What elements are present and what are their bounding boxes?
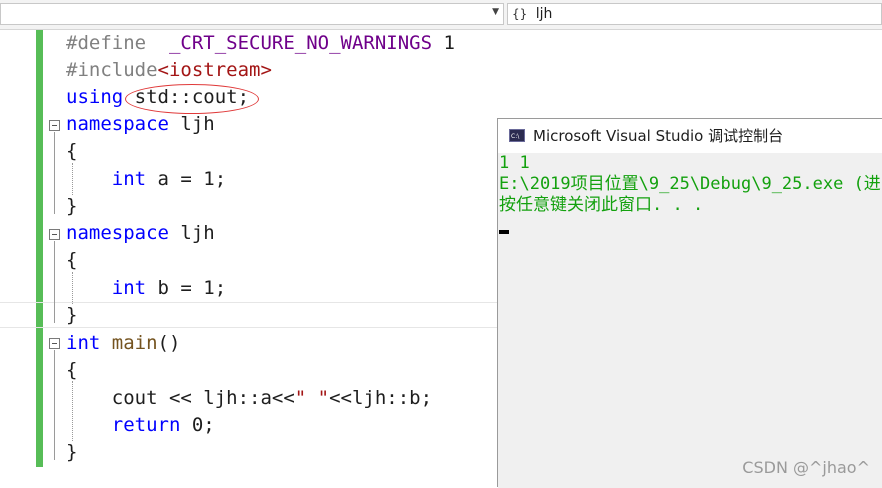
console-title: Microsoft Visual Studio 调试控制台 (533, 127, 784, 145)
code-line-int-b[interactable]: int b = 1; (66, 275, 226, 302)
collapse-toggle-namespace-1[interactable] (49, 120, 60, 131)
string-token: " " (294, 387, 330, 409)
namespace-icon: {} (512, 7, 528, 21)
keyword-token: namespace (66, 113, 169, 135)
code-line-brace-open[interactable]: { (66, 357, 77, 384)
keyword-token: using (66, 86, 124, 108)
code-line-return[interactable]: return 0; (66, 412, 215, 439)
chevron-down-icon[interactable]: ▼ (492, 7, 499, 17)
outline-line (54, 241, 55, 323)
console-cursor (499, 230, 509, 234)
collapse-toggle-namespace-2[interactable] (49, 229, 60, 240)
keyword-token: int (111, 168, 147, 190)
code-line-namespace-1[interactable]: namespace ljh (66, 111, 215, 138)
watermark: CSDN @^jhao^ (742, 458, 870, 477)
collapse-toggle-main[interactable] (49, 338, 60, 349)
code-line-brace-open[interactable]: { (66, 138, 77, 165)
code-line-cout[interactable]: cout << ljh::a<<" "<<ljh::b; (66, 385, 432, 412)
console-output-area[interactable]: 1 1 E:\2019项目位置\9_25\Debug\9_25.exe (进 按… (498, 153, 882, 488)
change-tracking-bar (36, 30, 43, 467)
code-line-brace-close[interactable]: } (66, 439, 77, 466)
outline-line (54, 132, 55, 214)
code-line-main[interactable]: int main() (66, 330, 180, 357)
keyword-token: namespace (66, 222, 169, 244)
macro-token: _CRT_SECURE_NO_WARNINGS (168, 32, 433, 54)
outline-line (54, 350, 55, 460)
project-dropdown[interactable]: ▼ (0, 3, 504, 25)
code-line-brace-close[interactable]: } (66, 193, 77, 220)
console-output-line: 1 1 (499, 153, 530, 173)
keyword-token: return (111, 414, 181, 436)
include-path-token: <iostream> (157, 59, 272, 81)
scope-dropdown-value: ljh (535, 6, 553, 22)
console-output-line: 按任意键关闭此窗口. . . (499, 195, 704, 215)
console-app-icon (509, 120, 525, 154)
code-line-int-a[interactable]: int a = 1; (66, 166, 226, 193)
navigation-bar: ▼ {} ljh (0, 0, 882, 30)
function-token: main (111, 332, 158, 354)
code-line-define[interactable]: #define _CRT_SECURE_NO_WARNINGS 1 (66, 30, 455, 57)
annotation-circle (125, 84, 259, 114)
scope-dropdown[interactable]: {} ljh (507, 3, 882, 25)
code-line-brace-close[interactable]: } (66, 302, 77, 329)
keyword-token: int (111, 277, 147, 299)
preprocessor-token: #include (66, 59, 158, 81)
keyword-token: int (66, 332, 101, 354)
code-line-include[interactable]: #include<iostream> (66, 57, 272, 84)
debug-console-window[interactable]: Microsoft Visual Studio 调试控制台 1 1 E:\201… (497, 118, 882, 488)
preprocessor-token: #define (66, 32, 169, 54)
code-line-namespace-2[interactable]: namespace ljh (66, 220, 215, 247)
code-line-brace-open[interactable]: { (66, 247, 77, 274)
console-title-bar[interactable]: Microsoft Visual Studio 调试控制台 (498, 119, 882, 154)
console-output-line: E:\2019项目位置\9_25\Debug\9_25.exe (进 (499, 174, 881, 194)
